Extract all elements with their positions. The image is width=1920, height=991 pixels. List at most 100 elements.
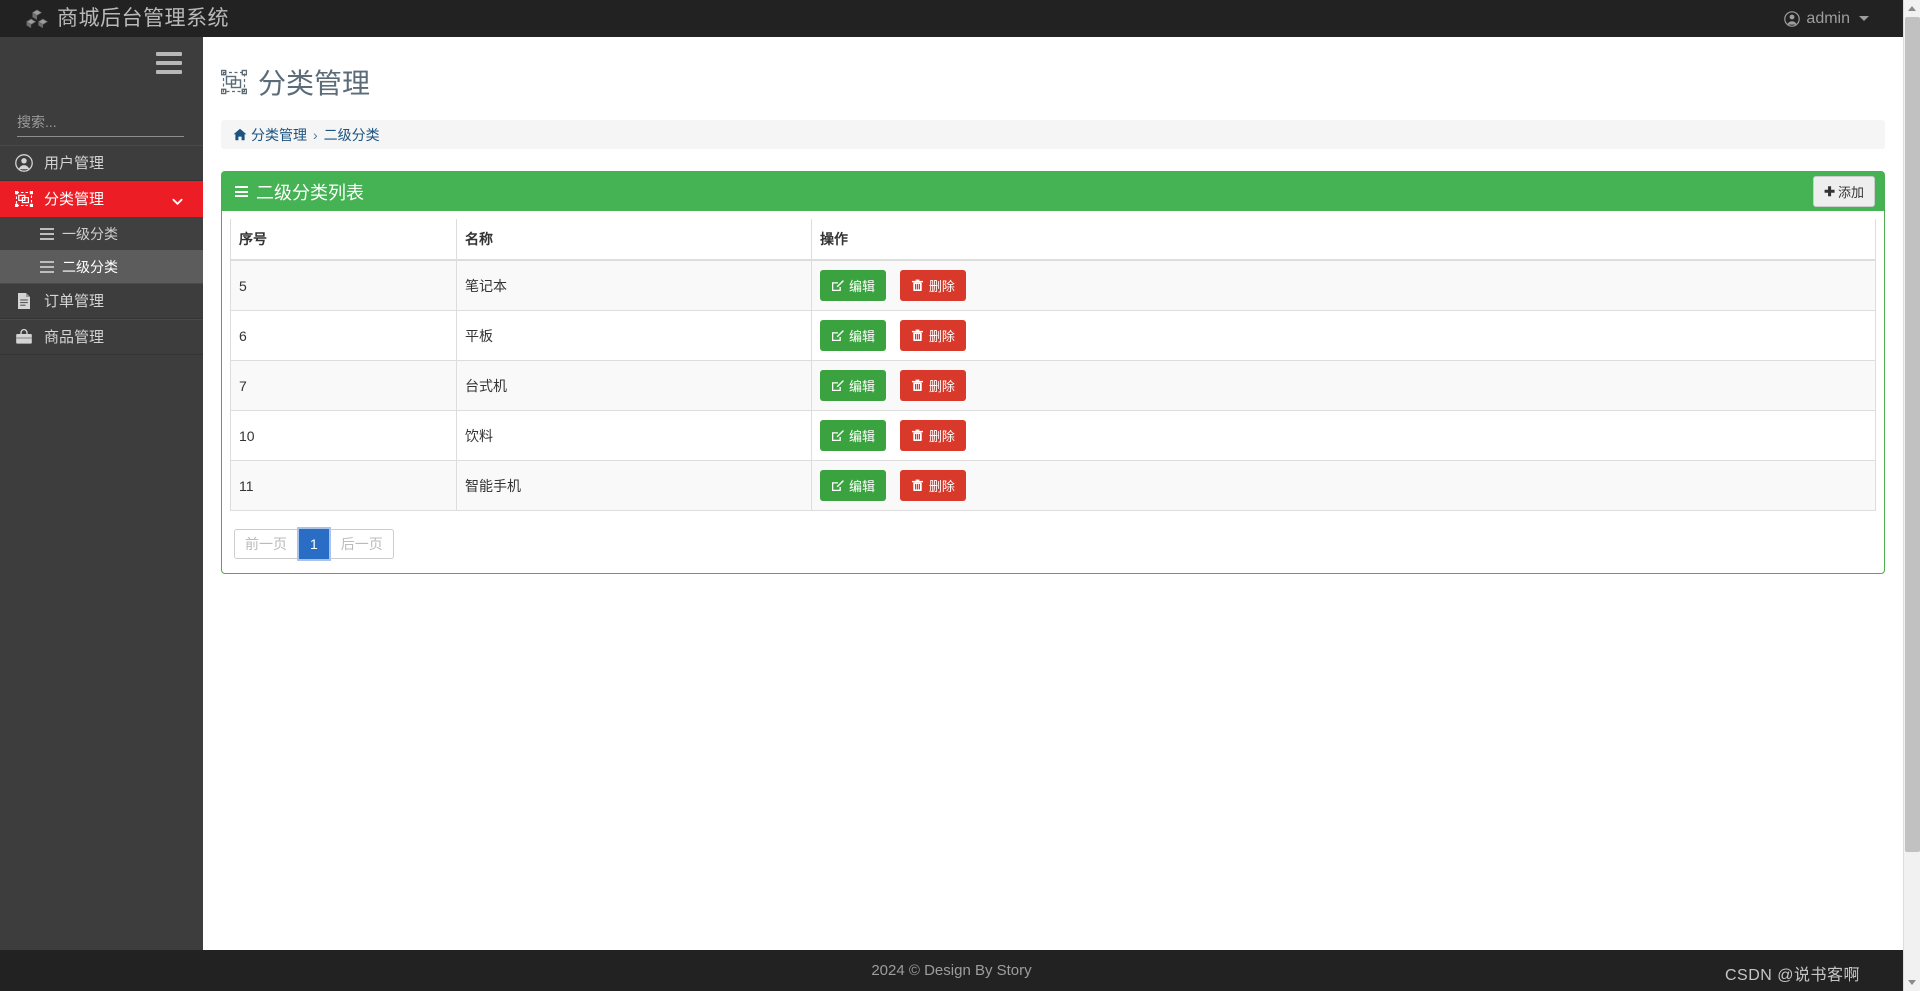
browser-scrollbar[interactable] [1903, 0, 1920, 991]
footer: 2024 © Design By Story [0, 950, 1903, 991]
trash-icon [911, 479, 924, 492]
pencil-square-icon [831, 429, 844, 442]
edit-button-label: 编辑 [849, 279, 876, 294]
sidebar-item-label: 商品管理 [44, 328, 105, 346]
top-navbar: 商城后台管理系统 admin [0, 0, 1903, 37]
sidebar-subitem-label: 一级分类 [62, 225, 118, 242]
sidebar-item-label: 订单管理 [44, 292, 105, 310]
delete-button[interactable]: 删除 [899, 370, 966, 401]
user-menu[interactable]: admin [1784, 10, 1869, 28]
sidebar-item-category-management[interactable]: 分类管理 [0, 181, 203, 217]
delete-button-label: 删除 [928, 279, 955, 294]
pencil-square-icon [831, 479, 844, 492]
delete-button[interactable]: 删除 [899, 420, 966, 451]
scrollbar-up-arrow-icon[interactable] [1908, 6, 1916, 11]
sidebar-item-order-management[interactable]: 订单管理 [0, 283, 203, 319]
scrollbar-thumb[interactable] [1905, 17, 1920, 852]
brand-title: 商城后台管理系统 [57, 7, 229, 30]
breadcrumb-separator: › [313, 126, 318, 143]
table-row: 7 台式机 编辑 删除 [230, 360, 1876, 411]
app-root: 商城后台管理系统 admin 搜索... 用户管理 分类管理 一级分类 二级分类… [0, 0, 1920, 991]
cell-actions: 编辑 删除 [811, 259, 1876, 311]
hamburger-bar [156, 61, 182, 65]
delete-button-label: 删除 [928, 429, 955, 444]
delete-button-label: 删除 [928, 329, 955, 344]
scrollbar-down-arrow-icon[interactable] [1908, 980, 1916, 985]
object-group-icon [220, 69, 248, 95]
panel-title-text: 二级分类列表 [256, 182, 364, 203]
user-name: admin [1806, 9, 1850, 27]
cell-name: 智能手机 [456, 460, 812, 511]
cell-name: 笔记本 [456, 259, 812, 311]
briefcase-icon [14, 328, 33, 347]
edit-button-label: 编辑 [849, 429, 876, 444]
delete-button[interactable]: 删除 [899, 320, 966, 351]
sidebar-item-product-management[interactable]: 商品管理 [0, 319, 203, 355]
breadcrumb-link-category[interactable]: 分类管理 [251, 125, 307, 145]
file-text-icon [14, 292, 33, 311]
sidebar-item-label: 分类管理 [44, 190, 105, 208]
cell-name: 台式机 [456, 360, 812, 411]
list-icon [40, 260, 54, 273]
caret-down-icon [1859, 16, 1869, 21]
sidebar-item-user-management[interactable]: 用户管理 [0, 145, 203, 181]
pagination-page-1[interactable]: 1 [299, 529, 329, 560]
list-panel: 二级分类列表 ✚ 添加 序号 名称 操作 5 笔记本 编辑 删除 6 平板 编辑… [221, 171, 1885, 575]
edit-button[interactable]: 编辑 [820, 470, 887, 501]
delete-button[interactable]: 删除 [899, 270, 966, 301]
user-circle-icon [14, 154, 33, 173]
edit-button[interactable]: 编辑 [820, 270, 887, 301]
pagination-prev-button[interactable]: 前一页 [234, 529, 298, 560]
edit-button[interactable]: 编辑 [820, 370, 887, 401]
cell-actions: 编辑 删除 [811, 460, 1876, 511]
table-row: 11 智能手机 编辑 删除 [230, 460, 1876, 511]
column-header-id: 序号 [230, 219, 457, 261]
edit-button-label: 编辑 [849, 329, 876, 344]
table-row: 10 饮料 编辑 删除 [230, 410, 1876, 461]
table-body: 5 笔记本 编辑 删除 6 平板 编辑 删除 7 台式机 编辑 删除 10 饮料… [230, 259, 1876, 511]
trash-icon [911, 379, 924, 392]
cell-actions: 编辑 删除 [811, 410, 1876, 461]
breadcrumb-current: 二级分类 [323, 126, 380, 143]
cell-id: 7 [230, 360, 457, 411]
delete-button[interactable]: 删除 [899, 470, 966, 501]
cubes-icon [25, 9, 49, 29]
search-input[interactable] [17, 114, 184, 130]
chevron-down-icon [172, 194, 183, 205]
add-button[interactable]: ✚ 添加 [1813, 176, 1875, 207]
sidebar-subitem-level-two[interactable]: 二级分类 [0, 250, 203, 283]
page-title-text: 分类管理 [258, 68, 371, 99]
hamburger-icon[interactable] [156, 52, 182, 74]
sidebar-menu: 用户管理 分类管理 一级分类 二级分类 订单管理 商品管理 [0, 145, 203, 355]
sidebar-subitem-level-one[interactable]: 一级分类 [0, 217, 203, 250]
page-title: 分类管理 [220, 62, 1903, 102]
table-row: 6 平板 编辑 删除 [230, 310, 1876, 361]
footer-text: 2024 © Design By Story [871, 962, 1032, 979]
pagination-next-button[interactable]: 后一页 [329, 529, 394, 560]
list-icon [40, 227, 54, 240]
bars-icon [235, 186, 248, 197]
cell-id: 6 [230, 310, 457, 361]
edit-button[interactable]: 编辑 [820, 320, 887, 351]
main-content: 分类管理 分类管理 › 二级分类 二级分类列表 ✚ 添加 序号 名称 操作 5 … [203, 37, 1903, 950]
pencil-square-icon [831, 379, 844, 392]
delete-button-label: 删除 [928, 479, 955, 494]
column-header-actions: 操作 [811, 219, 1876, 261]
sidebar-subitem-label: 二级分类 [62, 258, 118, 275]
breadcrumb: 分类管理 › 二级分类 [221, 120, 1885, 149]
pencil-square-icon [831, 279, 844, 292]
csdn-watermark: CSDN @说书客啊 [1724, 967, 1860, 984]
brand[interactable]: 商城后台管理系统 [25, 7, 229, 30]
cell-id: 10 [230, 410, 457, 461]
panel-body: 序号 名称 操作 5 笔记本 编辑 删除 6 平板 编辑 删除 7 台式机 编辑… [222, 211, 1884, 573]
add-button-label: 添加 [1837, 185, 1864, 200]
trash-icon [911, 429, 924, 442]
table-header-row: 序号 名称 操作 [230, 219, 1876, 261]
cell-id: 11 [230, 460, 457, 511]
cell-name: 平板 [456, 310, 812, 361]
edit-button[interactable]: 编辑 [820, 420, 887, 451]
sidebar-search [17, 114, 184, 137]
sidebar-submenu-category: 一级分类 二级分类 [0, 217, 203, 283]
object-group-icon [14, 190, 33, 209]
column-header-name: 名称 [456, 219, 812, 261]
